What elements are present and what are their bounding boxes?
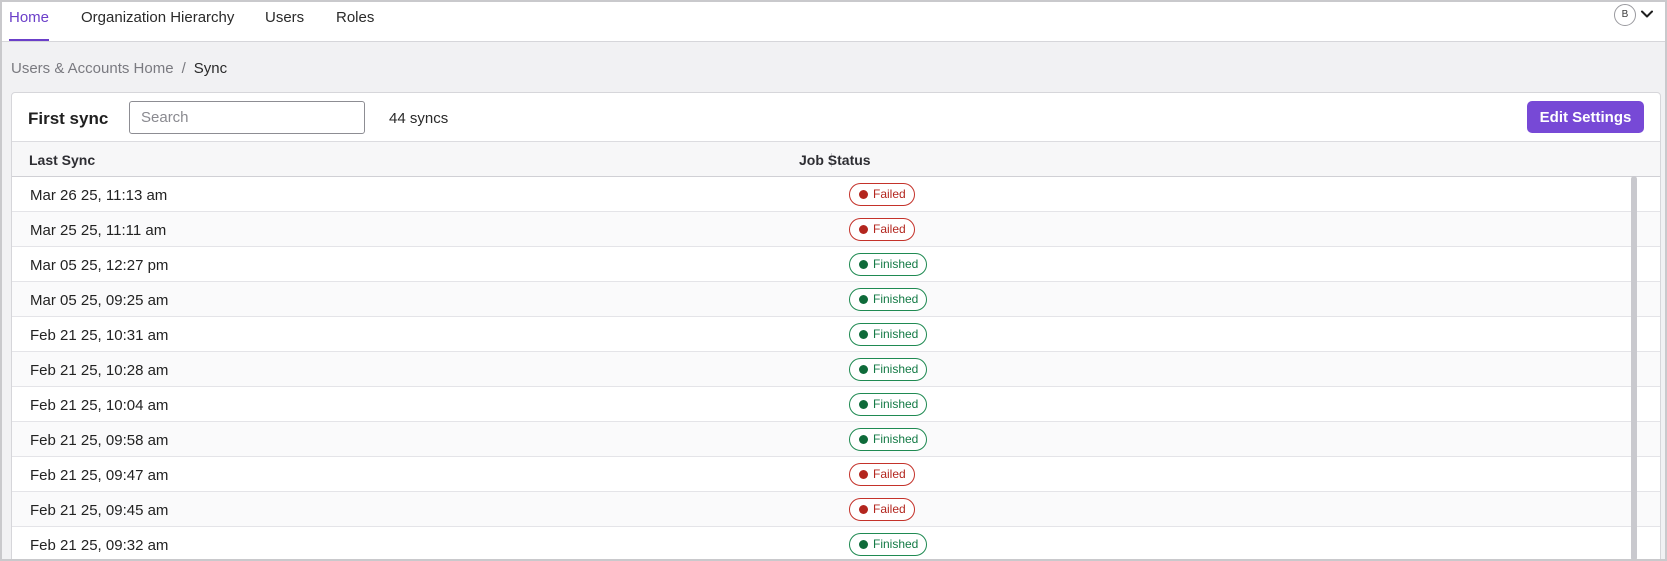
status-label: Failed [873, 187, 906, 201]
column-header-last-sync[interactable]: Last Sync [29, 152, 95, 168]
table-row[interactable]: Feb 21 25, 10:04 am Finished [12, 387, 1660, 422]
table-row[interactable]: Feb 21 25, 10:31 am Finished [12, 317, 1660, 352]
status-label: Failed [873, 502, 906, 516]
status-label: Finished [873, 397, 919, 411]
status-label: Failed [873, 222, 906, 236]
status-badge: Failed [849, 183, 915, 206]
table-row[interactable]: Feb 21 25, 09:58 am Finished [12, 422, 1660, 457]
status-label: Finished [873, 257, 919, 271]
column-header-job-status[interactable]: Job Status [799, 152, 871, 168]
last-sync-cell: Mar 26 25, 11:13 am [30, 187, 168, 204]
status-dot-icon [859, 295, 868, 304]
status-dot-icon [859, 190, 868, 199]
last-sync-cell: Feb 21 25, 09:32 am [30, 537, 169, 554]
breadcrumb-link-users-accounts-home[interactable]: Users & Accounts Home [11, 60, 174, 77]
status-dot-icon [859, 470, 868, 479]
table-header: Last Sync Job Status [12, 141, 1660, 177]
status-dot-icon [859, 365, 868, 374]
table-body: Mar 26 25, 11:13 am Failed Mar 25 25, 11:1… [12, 177, 1660, 561]
page-title: First sync [28, 109, 109, 128]
status-badge: Finished [849, 323, 928, 346]
status-label: Finished [873, 292, 919, 306]
chevron-down-icon[interactable] [1639, 6, 1655, 22]
status-badge: Finished [849, 253, 928, 276]
last-sync-cell: Mar 25 25, 11:11 am [30, 222, 167, 239]
status-dot-icon [859, 400, 868, 409]
vertical-scrollbar[interactable] [1631, 176, 1637, 561]
table-row[interactable]: Feb 21 25, 10:28 am Finished [12, 352, 1660, 387]
table-row[interactable]: Mar 25 25, 11:11 am Failed [12, 212, 1660, 247]
status-dot-icon [859, 540, 868, 549]
last-sync-cell: Feb 21 25, 10:28 am [30, 362, 169, 379]
breadcrumb-separator: / [181, 60, 186, 77]
status-dot-icon [859, 260, 868, 269]
last-sync-cell: Mar 05 25, 12:27 pm [30, 257, 169, 274]
status-dot-icon [859, 330, 868, 339]
status-label: Finished [873, 362, 919, 376]
table-row[interactable]: Mar 05 25, 12:27 pm Finished [12, 247, 1660, 282]
breadcrumb: Users & Accounts Home / Sync [11, 60, 227, 77]
status-dot-icon [859, 435, 868, 444]
last-sync-cell: Mar 05 25, 09:25 am [30, 292, 169, 309]
table-row[interactable]: Feb 21 25, 09:32 am Finished [12, 527, 1660, 561]
status-label: Failed [873, 467, 906, 481]
status-badge: Finished [849, 533, 928, 556]
avatar[interactable]: B [1614, 4, 1636, 26]
tab-users[interactable]: Users [265, 0, 304, 42]
last-sync-cell: Feb 21 25, 09:58 am [30, 432, 169, 449]
last-sync-cell: Feb 21 25, 09:47 am [30, 467, 169, 484]
last-sync-cell: Feb 21 25, 10:31 am [30, 327, 169, 344]
status-label: Finished [873, 327, 919, 341]
status-dot-icon [859, 505, 868, 514]
status-badge: Finished [849, 358, 928, 381]
status-badge: Failed [849, 218, 915, 241]
last-sync-cell: Feb 21 25, 09:45 am [30, 502, 169, 519]
tab-home[interactable]: Home [9, 0, 50, 42]
status-badge: Finished [849, 393, 928, 416]
breadcrumb-current: Sync [193, 60, 228, 77]
sync-card: First sync 44 syncs Edit Settings Last S… [11, 92, 1661, 561]
tab-organization-hierarchy[interactable]: Organization Hierarchy [81, 0, 234, 42]
sync-count: 44 syncs [389, 110, 449, 127]
table-row[interactable]: Feb 21 25, 09:45 am Failed [12, 492, 1660, 527]
edit-settings-button[interactable]: Edit Settings [1527, 101, 1644, 133]
status-badge: Finished [849, 428, 928, 451]
search-input[interactable] [129, 101, 365, 134]
table-row[interactable]: Mar 05 25, 09:25 am Finished [12, 282, 1660, 317]
top-nav: Home Organization Hierarchy Users Roles … [0, 0, 1667, 42]
status-badge: Failed [849, 498, 915, 521]
tab-roles[interactable]: Roles [336, 0, 374, 42]
status-dot-icon [859, 225, 868, 234]
last-sync-cell: Feb 21 25, 10:04 am [30, 397, 169, 414]
status-label: Finished [873, 432, 919, 446]
status-label: Finished [873, 537, 919, 551]
table-row[interactable]: Feb 21 25, 09:47 am Failed [12, 457, 1660, 492]
status-badge: Failed [849, 463, 915, 486]
table-row[interactable]: Mar 26 25, 11:13 am Failed [12, 177, 1660, 212]
status-badge: Finished [849, 288, 928, 311]
